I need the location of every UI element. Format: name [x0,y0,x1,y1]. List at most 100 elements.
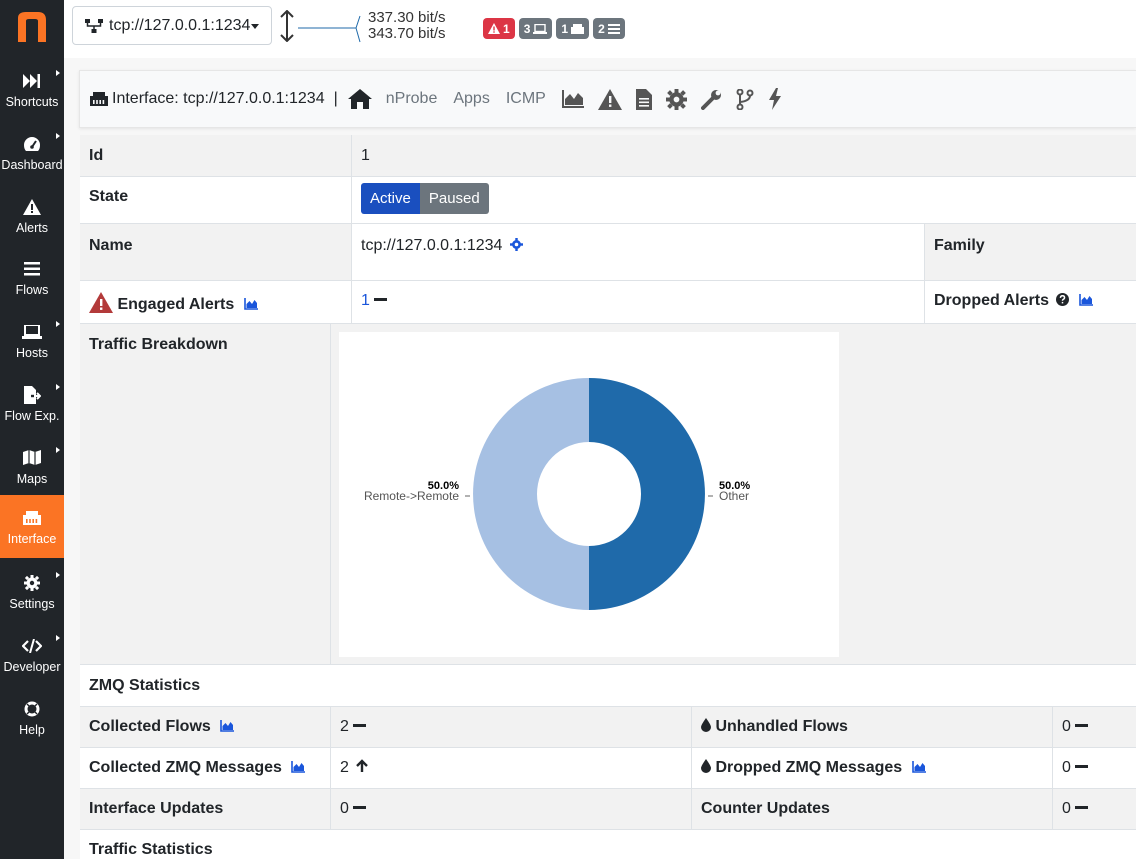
flows-badge[interactable]: 2 [593,18,625,39]
sidebar-item-label: Dashboard [1,157,63,172]
traffic-breakdown-donut: 50.0%Other50.0%Remote->Remote [364,378,750,610]
dropped-zmq-value: 0 [1062,759,1071,776]
sidebar-item-flows[interactable]: Flows [0,246,64,309]
donut-slice-remote-remote[interactable] [473,378,589,610]
submenu-caret-icon [56,447,60,453]
sidebar-item-developer[interactable]: Developer [0,623,64,686]
submenu-caret-icon [56,321,60,327]
sidebar-item-flow-exporters[interactable]: Flow Exp. [0,372,64,435]
subnav-separator: | [333,90,338,107]
collected-flows-value: 2 [340,718,349,735]
file-icon[interactable] [635,88,652,110]
sidebar-item-label: Hosts [16,345,48,360]
sidebar-item-help[interactable]: Help [0,686,64,749]
interface-updates-label: Interface Updates [80,789,331,829]
unhandled-flows-value-cell: 0 [1053,707,1136,747]
code-branch-icon[interactable] [736,88,754,110]
warning-icon [89,292,113,313]
submenu-caret-icon [56,635,60,641]
throughput-sparkline [298,15,361,43]
table-row-alerts: Engaged Alerts 1 Dropped Alerts [80,281,1136,324]
laptop-icon [533,23,548,34]
trend-stable-icon [373,298,387,301]
throughput-up: 337.30 bit/s [368,9,446,26]
sidebar-item-settings[interactable]: Settings [0,560,64,623]
alerts-badge[interactable]: 1 [483,18,515,39]
sidebar-item-label: Developer [3,659,61,674]
state-paused-button[interactable]: Paused [419,183,489,214]
submenu-caret-icon [56,70,60,76]
engaged-alerts-label-cell: Engaged Alerts [80,281,352,323]
wrench-icon[interactable] [700,89,722,110]
ethernet-icon [571,23,585,34]
bars-icon [607,23,620,34]
sidebar-item-label: Alerts [16,220,48,235]
tint-icon [701,718,711,732]
area-chart-icon[interactable] [220,720,235,732]
sidebar-item-dashboard[interactable]: Dashboard [0,121,64,184]
devices-badge[interactable]: 1 [556,18,590,39]
interface-updates-value: 0 [340,800,349,817]
ntopng-logo[interactable] [14,8,50,44]
throughput-down: 343.70 bit/s [368,25,446,42]
trend-stable-icon [1074,765,1088,768]
tab-nprobe[interactable]: nProbe [386,90,438,108]
bolt-icon[interactable] [768,88,782,110]
code-icon [22,636,42,656]
trend-stable-icon [352,806,366,809]
counter-updates-value-cell: 0 [1053,789,1136,829]
chevron-down-icon [251,24,259,29]
collected-zmq-label-cell: Collected ZMQ Messages [80,748,331,788]
sidebar-item-alerts[interactable]: Alerts [0,184,64,247]
life-ring-icon [24,699,40,719]
map-icon [23,448,41,468]
question-circle-icon[interactable] [1056,293,1070,306]
state-value: Active Paused [352,177,1136,223]
area-chart-icon[interactable] [1079,294,1093,306]
tab-icmp[interactable]: ICMP [506,90,546,108]
top-navbar: tcp://127.0.0.1:1234 337.30 bit/s 343.70… [64,0,1136,58]
warning-icon [23,197,41,217]
ethernet-icon [23,508,41,528]
gear-icon[interactable] [509,238,523,251]
counter-updates-label: Counter Updates [692,789,1053,829]
sidebar: Shortcuts Dashboard Alerts Flows Hosts F… [0,0,64,859]
dropped-zmq-label: Dropped ZMQ Messages [715,759,903,776]
slice-name-label: Other [719,489,749,503]
sidebar-item-interface[interactable]: Interface [0,495,64,558]
state-active-button[interactable]: Active [361,183,420,214]
collected-zmq-label: Collected ZMQ Messages [89,759,282,776]
sidebar-item-label: Shortcuts [5,94,59,109]
hosts-badge[interactable]: 3 [518,18,553,39]
tab-apps[interactable]: Apps [453,90,489,108]
area-chart-icon[interactable] [243,298,258,310]
area-chart-icon[interactable] [561,90,584,108]
sidebar-item-hosts[interactable]: Hosts [0,309,64,372]
engaged-alerts-value[interactable]: 1 [361,292,370,309]
alerts-count: 1 [503,21,510,36]
table-row-state: State Active Paused [80,177,1136,224]
interface-selector[interactable]: tcp://127.0.0.1:1234 [72,6,272,45]
gauge-icon [23,134,41,154]
collected-flows-value-cell: 2 [331,707,692,747]
table-row-collected-flows: Collected Flows 2 Unhandled Flows 0 [80,707,1136,748]
id-label: Id [80,135,352,176]
sidebar-item-label: Flows [15,282,49,297]
gear-icon[interactable] [665,88,687,110]
area-chart-icon[interactable] [291,761,306,773]
subnav-title-text: Interface: tcp://127.0.0.1:1234 [112,90,325,107]
sidebar-item-maps[interactable]: Maps [0,435,64,498]
table-row-id: Id 1 [80,135,1136,177]
donut-slice-other[interactable] [589,378,705,610]
dropped-alerts-label-cell: Dropped Alerts [925,281,1136,323]
table-row-traffic-statistics: Traffic Statistics [80,830,1136,859]
warning-icon[interactable] [597,88,622,110]
home-icon[interactable] [347,89,372,109]
area-chart-icon[interactable] [911,761,926,773]
sidebar-item-shortcuts[interactable]: Shortcuts [0,58,64,121]
trend-stable-icon [1074,724,1088,727]
status-badges: 1 3 1 2 [483,18,625,39]
traffic-breakdown-label: Traffic Breakdown [80,324,331,664]
state-toggle: Active Paused [361,183,489,214]
traffic-statistics-label: Traffic Statistics [89,841,213,858]
